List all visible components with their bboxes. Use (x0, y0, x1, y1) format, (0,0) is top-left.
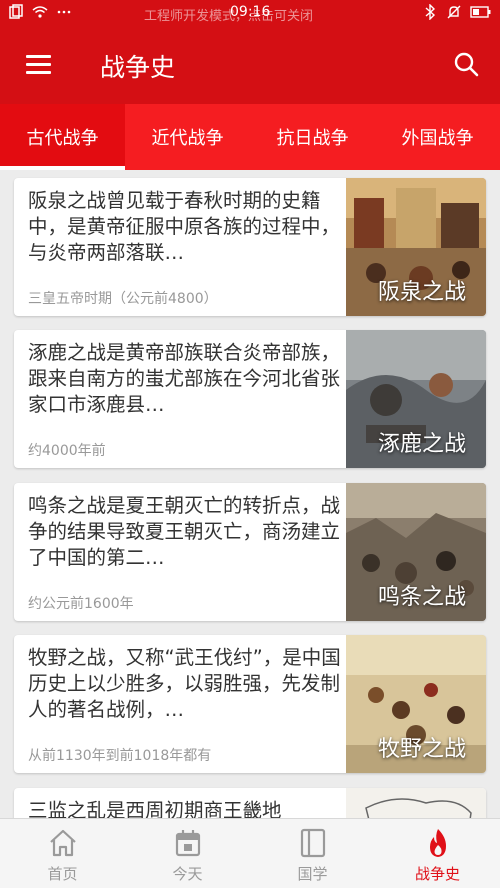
article-title: 阪泉之战 (377, 280, 466, 305)
article-summary: 牧野之战，又称“武王伐纣”，是中国历史上以少胜多，以弱胜强，先发制人的著名战例，… (28, 646, 341, 721)
nav-guoxue[interactable]: 国学 (250, 819, 375, 888)
article-thumbnail: 鸣条之战 (346, 483, 486, 621)
tab-foreign-wars[interactable]: 外国战争 (375, 104, 500, 170)
bell-off-icon (447, 5, 461, 19)
category-tabs: 古代战争 近代战争 抗日战争 外国战争 (0, 104, 500, 170)
nav-label: 首页 (47, 865, 78, 883)
battery-icon (470, 6, 491, 18)
article-title: 鸣条之战 (377, 585, 466, 610)
menu-icon[interactable] (24, 52, 54, 78)
article-card[interactable]: 鸣条之战是夏王朝灭亡的转折点，战争的结果导致夏王朝灭亡，商汤建立了中国的第二… … (14, 483, 486, 621)
book-icon (300, 828, 326, 858)
nav-label: 战争史 (414, 865, 460, 883)
article-summary: 涿鹿之战是黄帝部族联合炎帝部族，跟来自南方的蚩尤部族在今河北省张家口市涿鹿县… (28, 341, 341, 416)
nav-today[interactable]: 今天 (125, 819, 250, 888)
article-card[interactable]: 阪泉之战曾见载于春秋时期的史籍中，是黄帝征服中原各族的过程中，与炎帝两部落联… … (14, 178, 486, 316)
article-thumbnail: 牧野之战 (346, 635, 486, 773)
article-thumbnail: 阪泉之战 (346, 178, 486, 316)
tab-anti-japanese-war[interactable]: 抗日战争 (250, 104, 375, 170)
flame-icon (430, 829, 446, 857)
more-dots-icon (57, 10, 71, 14)
nav-label: 国学 (297, 865, 328, 883)
calendar-icon (175, 830, 201, 857)
article-era: 三皇五帝时期（公元前4800） (28, 291, 218, 307)
tab-modern-wars[interactable]: 近代战争 (125, 104, 250, 170)
article-summary: 鸣条之战是夏王朝灭亡的转折点，战争的结果导致夏王朝灭亡，商汤建立了中国的第二… (28, 494, 341, 569)
tab-ancient-wars[interactable]: 古代战争 (0, 104, 125, 170)
article-title: 牧野之战 (377, 737, 466, 762)
article-card[interactable]: 牧野之战，又称“武王伐纣”，是中国历史上以少胜多，以弱胜强，先发制人的著名战例，… (14, 635, 486, 773)
article-era: 约公元前1600年 (28, 596, 134, 612)
copy-icon (9, 4, 23, 19)
article-era: 从前1130年到前1018年都有 (28, 748, 212, 764)
article-era: 约4000年前 (28, 443, 106, 459)
nav-war-history[interactable]: 战争史 (375, 819, 500, 888)
app-bar: 战争史 (0, 26, 500, 104)
status-bar: 工程师开发模式，点击可关闭 09:16 (0, 0, 500, 26)
article-thumbnail: 涿鹿之战 (346, 330, 486, 468)
wifi-icon (32, 6, 48, 18)
article-title: 涿鹿之战 (377, 432, 466, 457)
bluetooth-icon (425, 4, 436, 20)
developer-mode-notice[interactable]: 工程师开发模式，点击可关闭 (144, 5, 313, 24)
article-summary: 阪泉之战曾见载于春秋时期的史籍中，是黄帝征服中原各族的过程中，与炎帝两部落联… (28, 189, 341, 264)
page-title: 战争史 (100, 53, 176, 82)
nav-label: 今天 (172, 865, 203, 883)
clock: 09:16 (230, 4, 271, 20)
search-icon[interactable] (452, 50, 480, 78)
bottom-nav: 首页 今天 国学 战争史 (0, 818, 500, 888)
nav-home[interactable]: 首页 (0, 819, 125, 888)
home-icon (50, 829, 76, 857)
article-card[interactable]: 涿鹿之战是黄帝部族联合炎帝部族，跟来自南方的蚩尤部族在今河北省张家口市涿鹿县… … (14, 330, 486, 468)
